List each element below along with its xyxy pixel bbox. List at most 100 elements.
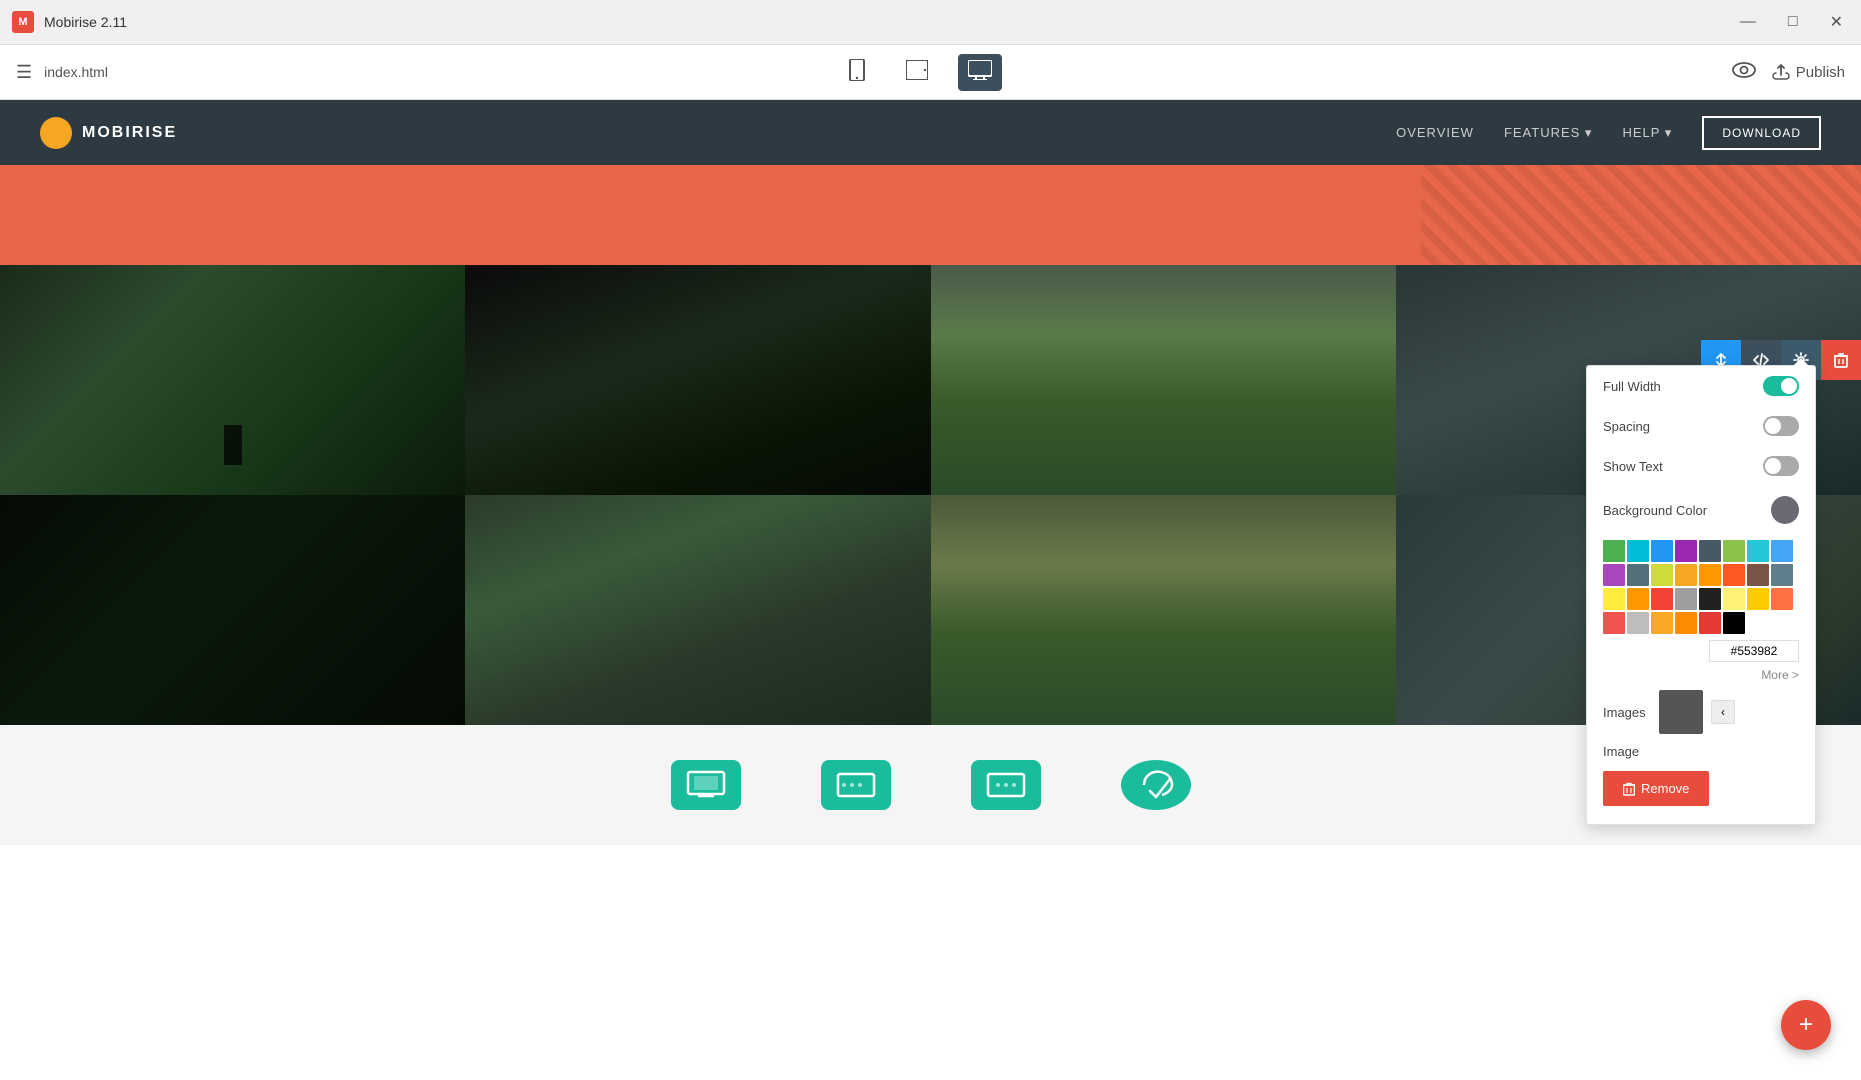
orange-section [0, 165, 1861, 265]
file-name: index.html [44, 64, 108, 80]
toggle-knob [1781, 378, 1797, 394]
color-swatch[interactable] [1627, 588, 1649, 610]
color-swatch[interactable] [1771, 564, 1793, 586]
site-logo-icon [40, 117, 72, 149]
color-swatch[interactable] [1603, 564, 1625, 586]
eye-icon [1732, 61, 1756, 79]
color-swatch[interactable] [1675, 540, 1697, 562]
image-thumbnail[interactable] [1659, 690, 1703, 734]
settings-panel: Full Width Spacing Show Text Background … [1586, 365, 1816, 825]
color-grid [1603, 540, 1799, 634]
gallery-cell-3[interactable] [931, 265, 1396, 495]
color-swatch[interactable] [1675, 564, 1697, 586]
device-icon-1 [686, 770, 726, 800]
site-logo-text: MOBIRISE [82, 124, 177, 142]
bg-color-row: Background Color [1587, 486, 1815, 534]
device-icon-2 [836, 770, 876, 800]
toggle-knob [1765, 458, 1781, 474]
toolbar-left: ☰ index.html [16, 62, 108, 83]
tablet-icon [906, 60, 928, 80]
nav-download-button[interactable]: DOWNLOAD [1702, 116, 1821, 150]
toolbar-right: Publish [1732, 61, 1845, 84]
titlebar-controls: — □ ✕ [1734, 10, 1849, 34]
color-swatch[interactable] [1771, 588, 1793, 610]
color-swatch[interactable] [1771, 540, 1793, 562]
tablet-view-button[interactable] [896, 54, 938, 91]
publish-label: Publish [1796, 64, 1845, 81]
minimize-button[interactable]: — [1734, 11, 1762, 33]
gallery-grid [0, 265, 1861, 725]
color-swatch[interactable] [1747, 564, 1769, 586]
full-width-row: Full Width [1587, 366, 1815, 406]
gallery-cell-5[interactable] [0, 495, 465, 725]
color-swatch[interactable] [1603, 612, 1625, 634]
color-picker-section: #553982 [1587, 534, 1815, 662]
color-swatch[interactable] [1651, 564, 1673, 586]
bg-color-label: Background Color [1603, 503, 1707, 518]
nav-help[interactable]: HELP ▾ [1622, 125, 1672, 141]
color-swatch[interactable] [1675, 612, 1697, 634]
preview-button[interactable] [1732, 61, 1756, 84]
prev-image-button[interactable]: ‹ [1711, 700, 1735, 724]
titlebar: M Mobirise 2.11 — □ ✕ [0, 0, 1861, 45]
color-swatch[interactable] [1699, 540, 1721, 562]
spacing-toggle[interactable] [1763, 416, 1799, 436]
show-text-label: Show Text [1603, 459, 1663, 474]
preview-area: MOBIRISE OVERVIEW FEATURES ▾ HELP ▾ DOWN… [0, 100, 1861, 1080]
delete-button[interactable] [1821, 340, 1861, 380]
site-nav-links: OVERVIEW FEATURES ▾ HELP ▾ DOWNLOAD [1396, 116, 1821, 150]
color-swatch[interactable] [1651, 612, 1673, 634]
device-icon-4 [1136, 765, 1176, 805]
color-swatch[interactable] [1723, 564, 1745, 586]
images-label: Images [1603, 705, 1651, 720]
color-swatch[interactable] [1627, 540, 1649, 562]
app-logo: M [12, 11, 34, 33]
stripe-overlay [1421, 165, 1861, 265]
nav-features[interactable]: FEATURES ▾ [1504, 125, 1593, 141]
remove-button[interactable]: Remove [1603, 771, 1709, 806]
toggle-knob [1765, 418, 1781, 434]
gallery-cell-6[interactable] [465, 495, 930, 725]
teal-icon-4 [1121, 760, 1191, 810]
desktop-view-button[interactable] [958, 54, 1002, 91]
spacing-label: Spacing [1603, 419, 1650, 434]
color-swatch[interactable] [1723, 588, 1745, 610]
hex-color-input[interactable]: #553982 [1709, 640, 1799, 662]
hex-input-row: #553982 [1603, 640, 1799, 662]
color-swatch[interactable] [1627, 612, 1649, 634]
full-width-toggle[interactable] [1763, 376, 1799, 396]
mobile-view-button[interactable] [838, 53, 876, 92]
color-swatch[interactable] [1699, 564, 1721, 586]
add-block-button[interactable]: + [1781, 1000, 1831, 1050]
app-name: Mobirise 2.11 [44, 14, 127, 30]
maximize-button[interactable]: □ [1782, 11, 1804, 33]
color-swatch[interactable] [1627, 564, 1649, 586]
site-logo: MOBIRISE [40, 117, 177, 149]
remove-label: Remove [1641, 781, 1689, 796]
color-swatch[interactable] [1651, 540, 1673, 562]
color-swatch[interactable] [1699, 588, 1721, 610]
publish-button[interactable]: Publish [1772, 63, 1845, 81]
gallery-cell-1[interactable] [0, 265, 465, 495]
color-swatch[interactable] [1747, 588, 1769, 610]
close-button[interactable]: ✕ [1824, 10, 1849, 34]
color-swatch[interactable] [1603, 588, 1625, 610]
color-swatch[interactable] [1675, 588, 1697, 610]
menu-button[interactable]: ☰ [16, 62, 32, 83]
color-swatch[interactable] [1723, 540, 1745, 562]
gallery-cell-2[interactable] [465, 265, 930, 495]
panel-triangle [1793, 358, 1809, 366]
show-text-row: Show Text [1587, 446, 1815, 486]
toolbar: ☰ index.html [0, 45, 1861, 100]
more-link[interactable]: More > [1587, 666, 1815, 684]
site-navbar: MOBIRISE OVERVIEW FEATURES ▾ HELP ▾ DOWN… [0, 100, 1861, 165]
bg-color-swatch[interactable] [1771, 496, 1799, 524]
color-swatch[interactable] [1651, 588, 1673, 610]
color-swatch[interactable] [1603, 540, 1625, 562]
color-swatch[interactable] [1747, 540, 1769, 562]
show-text-toggle[interactable] [1763, 456, 1799, 476]
gallery-cell-7[interactable] [931, 495, 1396, 725]
nav-overview[interactable]: OVERVIEW [1396, 125, 1474, 140]
color-swatch[interactable] [1699, 612, 1721, 634]
color-swatch[interactable] [1723, 612, 1745, 634]
